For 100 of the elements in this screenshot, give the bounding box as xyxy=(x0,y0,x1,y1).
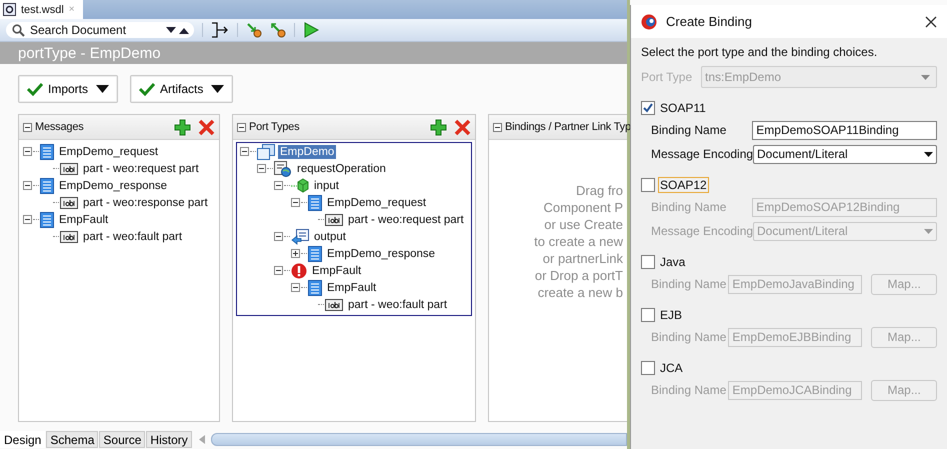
tree-item[interactable]: input xyxy=(312,178,341,192)
expander-icon[interactable] xyxy=(274,266,283,275)
tree-item[interactable]: part - weo:fault part xyxy=(346,298,450,312)
dropdown-arrow-icon xyxy=(921,74,930,80)
cube-icon xyxy=(291,178,309,194)
header-title: portType - EmpDemo xyxy=(18,44,161,62)
binding-name-field[interactable]: EmpDemoSOAP11Binding xyxy=(752,120,937,140)
expander-icon[interactable] xyxy=(291,249,300,258)
collapse-icon[interactable] xyxy=(23,122,32,132)
expander-icon[interactable] xyxy=(23,181,32,190)
panel-title: Messages xyxy=(35,121,85,133)
checkbox-label[interactable]: EJB xyxy=(658,307,684,323)
expander-icon[interactable] xyxy=(291,198,300,207)
document-arrow-icon xyxy=(291,228,309,244)
checkbox-label[interactable]: Java xyxy=(658,254,688,270)
menu-button[interactable]: Artifacts xyxy=(130,75,234,103)
search-icon xyxy=(12,24,25,36)
text-field-icon xyxy=(60,162,78,174)
expander-icon[interactable] xyxy=(291,283,300,292)
branch-arrow-icon[interactable] xyxy=(211,22,229,38)
tree-item[interactable]: EmpFault xyxy=(57,212,110,226)
search-field[interactable]: Search Document xyxy=(6,22,194,38)
checkbox-label[interactable]: SOAP11 xyxy=(658,100,708,116)
tree-item[interactable]: output xyxy=(312,230,348,244)
checkbox[interactable] xyxy=(641,101,655,115)
tree-item[interactable]: part - weo:request part xyxy=(346,212,466,226)
message-icon xyxy=(40,212,54,228)
close-icon[interactable] xyxy=(925,16,937,28)
tree-item[interactable]: EmpDemo_request xyxy=(325,196,428,210)
run-icon[interactable] xyxy=(303,22,319,38)
message-icon xyxy=(40,144,54,160)
hint-text: or Drop a portT xyxy=(534,267,623,284)
view-tab[interactable]: History xyxy=(146,431,192,448)
tree-item[interactable]: requestOperation xyxy=(295,162,388,176)
field-label: Message Encoding xyxy=(651,147,753,161)
field-label: Binding Name xyxy=(651,383,728,397)
tree-item[interactable]: part - weo:response part xyxy=(81,196,210,210)
hint-text: to create a new xyxy=(534,233,623,250)
field-label: Binding Name xyxy=(651,123,728,137)
menu-button[interactable]: Imports xyxy=(18,75,118,103)
view-tab[interactable]: Schema xyxy=(46,431,98,448)
delete-icon[interactable] xyxy=(454,118,471,136)
hint-text: create a new b xyxy=(538,284,623,301)
collapse-icon[interactable] xyxy=(493,122,502,132)
dropdown-arrow-icon xyxy=(211,85,224,93)
find-previous-icon[interactable] xyxy=(179,26,189,34)
field-label: Port Type xyxy=(641,70,694,84)
checkbox-label[interactable]: SOAP12 xyxy=(658,177,709,193)
arrow-down-node-icon[interactable] xyxy=(246,22,262,38)
delete-icon[interactable] xyxy=(198,118,215,136)
expander-icon[interactable] xyxy=(23,215,32,224)
hint-text: Component P xyxy=(544,199,623,216)
text-field-icon xyxy=(325,298,343,310)
dropdown-arrow-icon xyxy=(924,152,933,156)
find-next-icon[interactable] xyxy=(166,26,176,34)
expander-icon[interactable] xyxy=(240,147,249,156)
expander-icon[interactable] xyxy=(274,232,283,241)
instruction-text: Select the port type and the binding choices. xyxy=(641,45,878,59)
collapse-icon[interactable] xyxy=(237,122,246,132)
checkbox[interactable] xyxy=(641,361,655,375)
tree-item[interactable]: EmpFault xyxy=(325,280,378,294)
encoding-dropdown[interactable]: Document/Literal xyxy=(753,144,937,164)
add-icon[interactable] xyxy=(174,118,191,136)
field-label: Message Encoding xyxy=(651,224,753,238)
error-icon xyxy=(291,262,307,278)
editor-tab[interactable]: test.wsdl × xyxy=(0,0,83,19)
field-label: Binding Name xyxy=(651,330,728,344)
field-label: Binding Name xyxy=(651,277,728,291)
arrow-up-node-icon[interactable] xyxy=(270,22,286,38)
dialog-title: Create Binding xyxy=(666,14,753,29)
checkbox[interactable] xyxy=(641,255,655,269)
tree-item[interactable]: EmpDemo xyxy=(278,144,336,158)
view-tab[interactable]: Design xyxy=(0,431,46,448)
app-logo-icon xyxy=(641,14,657,30)
panel-title: Bindings / Partner Link Typ xyxy=(505,121,631,133)
tree-item[interactable]: EmpDemo_response xyxy=(325,246,438,260)
windows-icon xyxy=(257,144,275,160)
add-icon[interactable] xyxy=(430,118,447,136)
horizontal-scrollbar[interactable] xyxy=(210,433,627,446)
panel-title: Port Types xyxy=(249,121,300,133)
hint-text: or use Create xyxy=(544,216,623,233)
tree-item[interactable]: EmpDemo_response xyxy=(57,178,170,192)
dropdown-arrow-icon xyxy=(924,228,933,234)
wsdl-file-icon xyxy=(3,3,16,16)
tree-item[interactable]: EmpDemo_request xyxy=(57,144,160,158)
check-icon xyxy=(27,82,43,96)
dropdown-arrow-icon xyxy=(96,85,110,93)
text-field-icon xyxy=(60,230,78,242)
tree-item[interactable]: part - weo:fault part xyxy=(81,230,184,244)
checkbox[interactable] xyxy=(641,178,655,192)
tab-title: test.wsdl xyxy=(21,4,64,16)
tree-item[interactable]: part - weo:request part xyxy=(81,162,201,176)
expander-icon[interactable] xyxy=(274,181,283,190)
checkbox[interactable] xyxy=(641,308,655,322)
expander-icon[interactable] xyxy=(257,164,266,173)
tree-item[interactable]: EmpFault xyxy=(310,264,364,278)
text-field-icon xyxy=(325,214,343,226)
expander-icon[interactable] xyxy=(23,147,32,156)
view-tab[interactable]: Source xyxy=(99,431,146,448)
checkbox-label[interactable]: JCA xyxy=(658,360,685,376)
